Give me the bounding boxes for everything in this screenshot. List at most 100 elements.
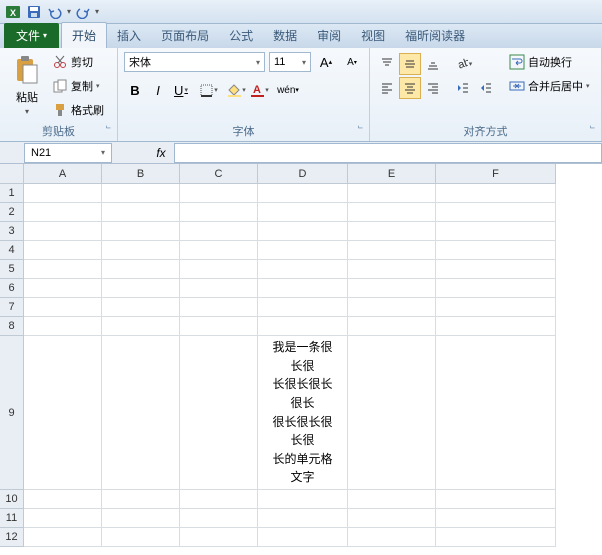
cell[interactable] (24, 490, 102, 509)
row-header[interactable]: 3 (0, 222, 24, 241)
align-right-button[interactable] (422, 77, 444, 99)
format-painter-button[interactable]: 格式刷 (52, 99, 104, 121)
cell[interactable] (180, 203, 258, 222)
cell[interactable] (348, 336, 436, 490)
cell[interactable] (258, 184, 348, 203)
tab-review[interactable]: 审阅 (307, 23, 351, 48)
row-header[interactable]: 4 (0, 241, 24, 260)
row-header[interactable]: 10 (0, 490, 24, 509)
decrease-indent-button[interactable] (452, 77, 474, 99)
cell[interactable] (180, 241, 258, 260)
cell[interactable] (24, 298, 102, 317)
align-middle-button[interactable] (399, 53, 421, 75)
cell[interactable] (348, 490, 436, 509)
cell[interactable] (102, 241, 180, 260)
cell[interactable] (102, 222, 180, 241)
cell[interactable] (348, 222, 436, 241)
qat-customize-icon[interactable]: ▾ (95, 7, 99, 16)
copy-button[interactable]: 复制 ▾ (52, 75, 104, 97)
cell[interactable] (348, 509, 436, 528)
wrap-text-button[interactable]: 自动换行 (509, 51, 590, 73)
row-header[interactable]: 7 (0, 298, 24, 317)
cell[interactable] (24, 184, 102, 203)
cell[interactable] (180, 298, 258, 317)
cell[interactable] (180, 336, 258, 490)
cell[interactable] (24, 336, 102, 490)
cell[interactable] (348, 260, 436, 279)
cell[interactable] (24, 222, 102, 241)
merge-center-button[interactable]: 合并后居中 ▾ (509, 75, 590, 97)
cell[interactable] (436, 184, 556, 203)
formula-bar[interactable] (174, 143, 602, 163)
save-icon[interactable] (25, 3, 43, 21)
cell[interactable] (436, 241, 556, 260)
undo-dropdown-icon[interactable]: ▾ (67, 7, 71, 16)
column-header[interactable]: C (180, 164, 258, 184)
redo-icon[interactable] (74, 3, 92, 21)
cell[interactable] (348, 184, 436, 203)
cell[interactable] (180, 528, 258, 547)
grow-font-button[interactable]: A▴ (315, 51, 337, 73)
column-header[interactable]: D (258, 164, 348, 184)
cell[interactable] (24, 317, 102, 336)
cell[interactable] (258, 528, 348, 547)
cell[interactable] (102, 317, 180, 336)
cell[interactable] (258, 222, 348, 241)
border-button[interactable] (198, 79, 220, 101)
cell[interactable] (348, 203, 436, 222)
cell[interactable] (348, 279, 436, 298)
column-header[interactable]: A (24, 164, 102, 184)
cell[interactable] (102, 298, 180, 317)
underline-button[interactable]: U (170, 79, 192, 101)
cell[interactable] (258, 490, 348, 509)
cell[interactable] (180, 184, 258, 203)
cell[interactable] (102, 203, 180, 222)
shrink-font-button[interactable]: A▾ (341, 51, 363, 73)
tab-home[interactable]: 开始 (61, 22, 107, 48)
cell[interactable] (102, 260, 180, 279)
select-all-corner[interactable] (0, 164, 24, 184)
column-header[interactable]: B (102, 164, 180, 184)
align-bottom-button[interactable] (422, 53, 444, 75)
cell[interactable] (180, 317, 258, 336)
cell[interactable] (24, 279, 102, 298)
cell[interactable] (436, 222, 556, 241)
align-left-button[interactable] (376, 77, 398, 99)
cell[interactable] (436, 317, 556, 336)
cell[interactable] (258, 279, 348, 298)
cell[interactable] (258, 203, 348, 222)
phonetic-button[interactable]: wén▾ (277, 79, 299, 101)
tab-insert[interactable]: 插入 (107, 23, 151, 48)
row-header[interactable]: 8 (0, 317, 24, 336)
align-center-button[interactable] (399, 77, 421, 99)
font-size-combo[interactable]: 11 ▾ (269, 52, 311, 72)
tab-view[interactable]: 视图 (351, 23, 395, 48)
row-header[interactable]: 11 (0, 509, 24, 528)
tab-file[interactable]: 文件 (4, 23, 59, 48)
increase-indent-button[interactable] (475, 77, 497, 99)
cell[interactable]: 我是一条很 长很 长很长很长 很长 很长很长很 长很 长的单元格 文字 (258, 336, 348, 490)
cell[interactable] (348, 241, 436, 260)
cell[interactable] (180, 490, 258, 509)
tab-foxit[interactable]: 福昕阅读器 (395, 23, 475, 48)
undo-icon[interactable] (46, 3, 64, 21)
cell[interactable] (348, 528, 436, 547)
cell[interactable] (180, 260, 258, 279)
font-name-combo[interactable]: 宋体 ▾ (124, 52, 265, 72)
font-color-button[interactable]: A (249, 79, 271, 101)
cut-button[interactable]: 剪切 (52, 51, 104, 73)
cell[interactable] (436, 260, 556, 279)
cell[interactable] (258, 298, 348, 317)
row-header[interactable]: 2 (0, 203, 24, 222)
orientation-button[interactable]: ab (452, 53, 474, 75)
cell[interactable] (102, 184, 180, 203)
cell[interactable] (258, 260, 348, 279)
cell[interactable] (180, 279, 258, 298)
row-header[interactable]: 5 (0, 260, 24, 279)
cell[interactable] (102, 336, 180, 490)
cell[interactable] (258, 317, 348, 336)
cell[interactable] (102, 509, 180, 528)
row-header[interactable]: 1 (0, 184, 24, 203)
bold-button[interactable]: B (124, 79, 146, 101)
cell[interactable] (436, 298, 556, 317)
